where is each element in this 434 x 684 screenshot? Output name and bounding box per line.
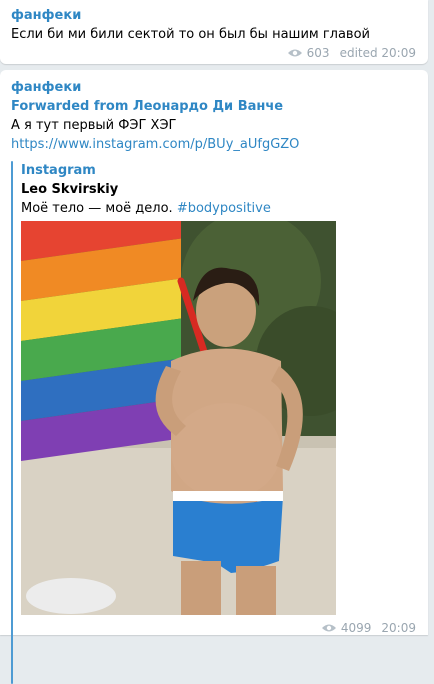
message-meta: 603 edited 20:09 — [287, 46, 416, 60]
message-text: А я тут первый ФЭГ ХЭГ — [11, 118, 177, 133]
message-author[interactable]: фанфеки — [11, 80, 81, 95]
preview-site-name[interactable]: Instagram — [21, 163, 96, 178]
preview-title: Leo Skvirskiy — [21, 182, 119, 197]
message-bubble: фанфеки Forwarded from Леонардо Ди Ванче… — [0, 70, 428, 684]
eye-icon — [287, 49, 302, 57]
message-time: edited 20:09 — [339, 46, 416, 60]
link-preview-bar — [11, 161, 13, 684]
view-count: 4099 — [340, 621, 372, 635]
eye-icon — [321, 624, 336, 632]
preview-photo-image — [21, 221, 336, 615]
message-meta: 4099 20:09 — [321, 621, 416, 635]
message-author[interactable]: фанфеки — [11, 8, 81, 23]
preview-description-text: Моё тело — моё дело. — [21, 201, 173, 216]
message-text: Если би ми били сектой то он был бы наши… — [11, 27, 370, 42]
hashtag-link[interactable]: #bodypositive — [177, 201, 271, 216]
view-count: 603 — [306, 46, 330, 60]
message-link[interactable]: https://www.instagram.com/p/BUy_aUfgGZO — [11, 137, 299, 152]
forwarded-from[interactable]: Forwarded from Леонардо Ди Ванче — [11, 99, 283, 114]
message-time: 20:09 — [381, 621, 416, 635]
preview-description: Моё тело — моё дело. #bodypositive — [21, 201, 271, 216]
preview-photo[interactable] — [21, 221, 336, 615]
message-bubble: фанфеки Если би ми били сектой то он был… — [0, 0, 428, 64]
